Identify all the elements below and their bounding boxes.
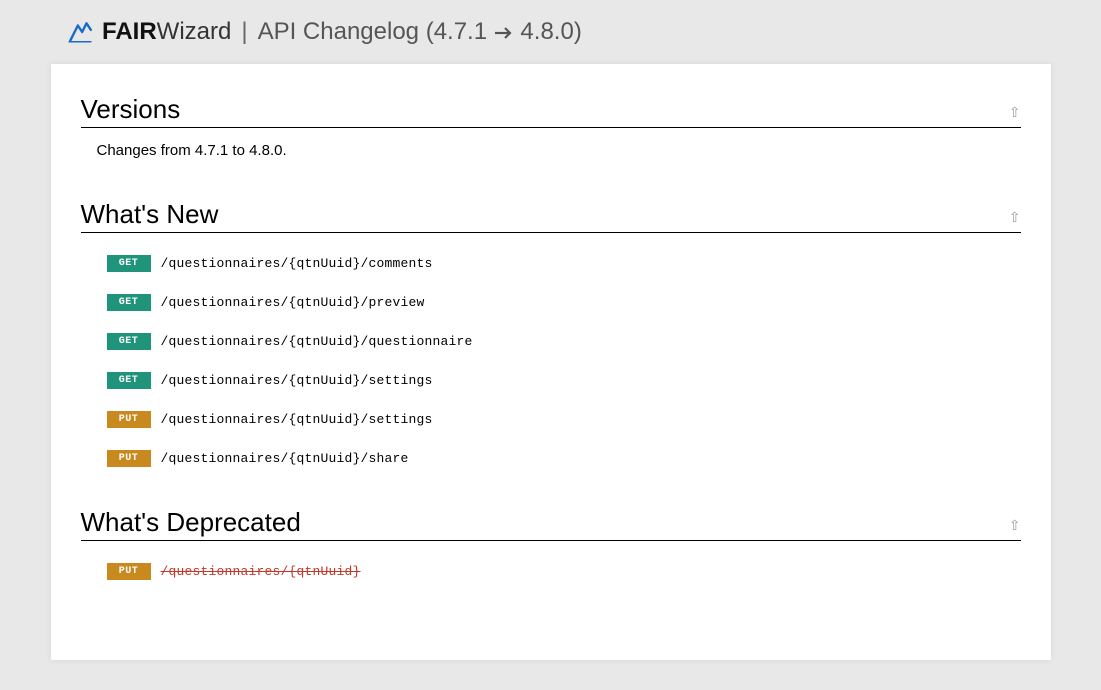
- section-title-whats-new: What's New: [81, 199, 219, 230]
- endpoint-row[interactable]: GET/questionnaires/{qtnUuid}/comments: [107, 255, 1021, 272]
- method-badge-get: GET: [107, 333, 151, 350]
- endpoint-row[interactable]: GET/questionnaires/{qtnUuid}/preview: [107, 294, 1021, 311]
- arrow-right-icon: [494, 26, 514, 40]
- method-badge-get: GET: [107, 255, 151, 272]
- to-top-link[interactable]: ⇧: [1009, 517, 1021, 538]
- method-badge-put: PUT: [107, 563, 151, 580]
- endpoint-row[interactable]: PUT/questionnaires/{qtnUuid}: [107, 563, 1021, 580]
- page-header: FAIRWizard | API Changelog (4.7.1 4.8.0): [0, 0, 1101, 64]
- section-whats-deprecated: What's Deprecated ⇧ PUT/questionnaires/{…: [81, 507, 1021, 580]
- endpoint-path: /questionnaires/{qtnUuid}/settings: [161, 412, 433, 427]
- section-title-whats-deprecated: What's Deprecated: [81, 507, 301, 538]
- header-title: FAIRWizard | API Changelog (4.7.1 4.8.0): [102, 18, 582, 46]
- to-top-link[interactable]: ⇧: [1009, 104, 1021, 125]
- endpoint-path: /questionnaires/{qtnUuid}/comments: [161, 256, 433, 271]
- section-header-whats-deprecated: What's Deprecated ⇧: [81, 507, 1021, 541]
- method-badge-put: PUT: [107, 411, 151, 428]
- section-whats-new: What's New ⇧ GET/questionnaires/{qtnUuid…: [81, 199, 1021, 467]
- versions-description: Changes from 4.7.1 to 4.8.0.: [97, 142, 1021, 159]
- header-separator: |: [241, 18, 247, 46]
- brand-wizard: Wizard: [157, 18, 232, 45]
- brand-logo-icon: [66, 18, 94, 46]
- endpoint-path: /questionnaires/{qtnUuid}: [161, 564, 361, 579]
- whats-new-endpoint-list: GET/questionnaires/{qtnUuid}/commentsGET…: [97, 255, 1021, 467]
- to-top-link[interactable]: ⇧: [1009, 209, 1021, 230]
- endpoint-path: /questionnaires/{qtnUuid}/share: [161, 451, 409, 466]
- method-badge-get: GET: [107, 372, 151, 389]
- endpoint-path: /questionnaires/{qtnUuid}/questionnaire: [161, 334, 473, 349]
- section-header-versions: Versions ⇧: [81, 94, 1021, 128]
- section-versions: Versions ⇧ Changes from 4.7.1 to 4.8.0.: [81, 94, 1021, 159]
- endpoint-row[interactable]: GET/questionnaires/{qtnUuid}/settings: [107, 372, 1021, 389]
- whats-deprecated-endpoint-list: PUT/questionnaires/{qtnUuid}: [97, 563, 1021, 580]
- endpoint-row[interactable]: PUT/questionnaires/{qtnUuid}/settings: [107, 411, 1021, 428]
- content-card: Versions ⇧ Changes from 4.7.1 to 4.8.0. …: [51, 64, 1051, 660]
- method-badge-put: PUT: [107, 450, 151, 467]
- section-header-whats-new: What's New ⇧: [81, 199, 1021, 233]
- section-title-versions: Versions: [81, 94, 181, 125]
- endpoint-row[interactable]: GET/questionnaires/{qtnUuid}/questionnai…: [107, 333, 1021, 350]
- endpoint-path: /questionnaires/{qtnUuid}/settings: [161, 373, 433, 388]
- endpoint-path: /questionnaires/{qtnUuid}/preview: [161, 295, 425, 310]
- brand-fair: FAIR: [102, 18, 157, 45]
- method-badge-get: GET: [107, 294, 151, 311]
- header-page-title: API Changelog (4.7.1 4.8.0): [258, 18, 582, 46]
- endpoint-row[interactable]: PUT/questionnaires/{qtnUuid}/share: [107, 450, 1021, 467]
